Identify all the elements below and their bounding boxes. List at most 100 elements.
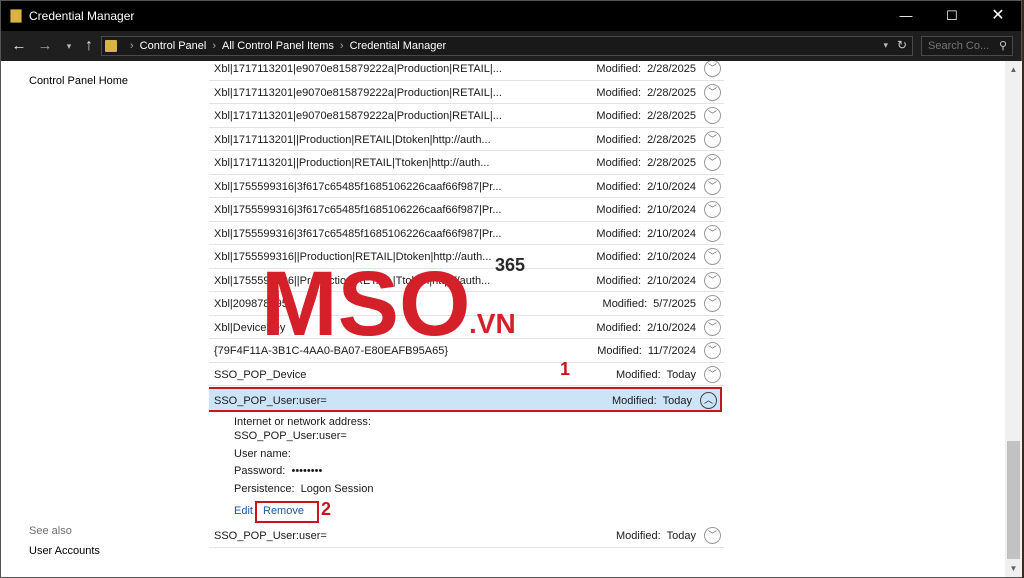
credential-manager-window: Credential Manager — ☐ ✕ ← → ▾ ↑ › Contro… bbox=[0, 0, 1022, 578]
chevron-down-icon[interactable]: ﹀ bbox=[704, 61, 721, 77]
credential-row[interactable]: Xbl|1717113201|e9070e815879222a|Producti… bbox=[209, 61, 724, 81]
credential-name: Xbl|1717113201|e9070e815879222a|Producti… bbox=[214, 110, 502, 122]
credential-row[interactable]: Xbl|1755599316|3f617c65485f1685106226caa… bbox=[209, 175, 724, 198]
credential-modified: Modified: 2/10/2024 bbox=[596, 322, 696, 334]
credential-row[interactable]: SSO_POP_Device Modified: Today ﹀ bbox=[209, 363, 724, 386]
modified-date: 2/28/2025 bbox=[647, 63, 696, 75]
chevron-down-icon[interactable]: ﹀ bbox=[704, 201, 721, 218]
credential-name: Xbl|1717113201|e9070e815879222a|Producti… bbox=[214, 86, 502, 99]
modified-date: 2/28/2025 bbox=[647, 133, 696, 146]
edit-link[interactable]: Edit bbox=[234, 505, 253, 517]
scroll-up-arrow-icon[interactable]: ▲ bbox=[1005, 61, 1022, 78]
credential-row[interactable]: Xbl|1755599316|3f617c65485f1685106226caa… bbox=[209, 222, 724, 245]
modified-date: 2/10/2024 bbox=[647, 227, 696, 240]
credential-name: Xbl|1717113201||Production|RETAIL|Ttoken… bbox=[214, 157, 490, 169]
credential-modified: Modified: 2/28/2025 bbox=[596, 110, 696, 122]
control-panel-icon bbox=[105, 40, 117, 52]
credential-details: Internet or network address: SSO_POP_Use… bbox=[209, 411, 724, 524]
modified-label: Modified: bbox=[612, 395, 657, 407]
search-input[interactable] bbox=[928, 40, 998, 52]
credential-row[interactable]: Xbl|1717113201||Production|RETAIL|Ttoken… bbox=[209, 151, 724, 175]
chevron-down-icon[interactable]: ﹀ bbox=[704, 177, 721, 195]
modified-date: 2/28/2025 bbox=[647, 110, 696, 122]
up-arrow-icon[interactable]: ↑ bbox=[79, 36, 99, 56]
modified-date: 2/28/2025 bbox=[647, 86, 696, 99]
credential-modified: Modified: 2/28/2025 bbox=[596, 134, 696, 146]
breadcrumb-separator-icon[interactable]: › bbox=[340, 40, 344, 52]
chevron-down-icon[interactable]: ﹀ bbox=[704, 527, 721, 544]
close-button[interactable]: ✕ bbox=[975, 1, 1021, 31]
search-box[interactable]: ⚲ bbox=[921, 36, 1013, 56]
modified-label: Modified: bbox=[596, 63, 642, 75]
modified-date: Today bbox=[666, 530, 696, 542]
annotation-number-1: 1 bbox=[560, 359, 571, 379]
credential-modified: Modified: Today bbox=[616, 369, 696, 381]
chevron-down-icon[interactable]: ﹀ bbox=[704, 107, 721, 124]
modified-date: Today bbox=[662, 395, 692, 407]
credential-row[interactable]: Xbl|1717113201||Production|RETAIL|Dtoken… bbox=[209, 128, 724, 151]
scrollbar-thumb[interactable] bbox=[1007, 441, 1020, 559]
chevron-down-icon[interactable]: ﹀ bbox=[704, 271, 721, 289]
address-dropdown-icon[interactable]: ▾ bbox=[883, 40, 888, 51]
search-icon[interactable]: ⚲ bbox=[999, 39, 1007, 52]
password-value: •••••••• bbox=[291, 465, 323, 477]
minimize-button[interactable]: — bbox=[883, 1, 929, 31]
chevron-down-icon[interactable]: ﹀ bbox=[704, 248, 721, 265]
credential-row[interactable]: Xbl|1717113201|e9070e815879222a|Producti… bbox=[209, 104, 724, 128]
modified-date: 2/28/2025 bbox=[647, 157, 696, 169]
chevron-down-icon[interactable]: ﹀ bbox=[704, 154, 721, 171]
breadcrumb-separator-icon: › bbox=[130, 40, 134, 52]
watermark-number: 365 bbox=[495, 255, 525, 275]
credential-modified: Modified: Today bbox=[612, 395, 692, 407]
chevron-down-icon[interactable]: ﹀ bbox=[704, 130, 721, 148]
chevron-down-icon[interactable]: ﹀ bbox=[704, 365, 721, 383]
breadcrumb-separator-icon[interactable]: › bbox=[212, 40, 216, 52]
remove-link[interactable]: Remove bbox=[263, 505, 304, 517]
chevron-down-icon[interactable]: ﹀ bbox=[704, 83, 721, 101]
vertical-scrollbar[interactable]: ▲ ▼ bbox=[1005, 61, 1022, 577]
credential-row[interactable]: Xbl|1755599316|3f617c65485f1685106226caa… bbox=[209, 198, 724, 222]
modified-label: Modified: bbox=[602, 298, 648, 310]
chevron-down-icon[interactable]: ﹀ bbox=[704, 342, 721, 359]
see-also-heading: See also bbox=[29, 525, 72, 537]
chevron-up-icon[interactable]: ︿ bbox=[700, 392, 717, 409]
breadcrumb: › Control Panel › All Control Panel Items › C… bbox=[124, 40, 446, 52]
annotation-number-2: 2 bbox=[321, 499, 332, 519]
persistence-row: Persistence: Logon Session bbox=[234, 483, 373, 495]
persistence-label: Persistence: bbox=[234, 483, 295, 495]
credential-manager-icon bbox=[10, 9, 22, 23]
modified-label: Modified: bbox=[596, 157, 642, 169]
credential-modified: Modified: 2/10/2024 bbox=[596, 228, 696, 240]
chevron-down-icon[interactable]: ﹀ bbox=[704, 224, 721, 242]
left-navigation: Control Panel Home See also User Account… bbox=[1, 61, 206, 577]
breadcrumb-control-panel[interactable]: Control Panel bbox=[140, 40, 207, 52]
breadcrumb-all-items[interactable]: All Control Panel Items bbox=[222, 40, 334, 52]
maximize-button[interactable]: ☐ bbox=[929, 1, 975, 31]
window-title: Credential Manager bbox=[29, 9, 135, 23]
credential-name: SSO_POP_User:user= bbox=[214, 395, 327, 407]
credential-row-last[interactable]: SSO_POP_User:user= Modified: Today ﹀ bbox=[209, 524, 724, 548]
user-accounts-link[interactable]: User Accounts bbox=[29, 545, 100, 557]
modified-label: Modified: bbox=[616, 530, 661, 542]
modified-date: Today bbox=[666, 368, 696, 381]
credential-row-selected[interactable]: SSO_POP_User:user= Modified: Today ︿ bbox=[209, 387, 722, 412]
scroll-down-arrow-icon[interactable]: ▼ bbox=[1005, 560, 1022, 577]
back-arrow-icon[interactable]: ← bbox=[9, 36, 29, 56]
breadcrumb-credential-manager[interactable]: Credential Manager bbox=[350, 40, 447, 52]
control-panel-home-link[interactable]: Control Panel Home bbox=[29, 75, 128, 87]
credential-modified: Modified: 2/10/2024 bbox=[596, 251, 696, 263]
forward-arrow-icon[interactable]: → bbox=[35, 36, 55, 56]
chevron-down-icon[interactable]: ﹀ bbox=[704, 318, 721, 336]
watermark-brand: MSO bbox=[261, 253, 471, 349]
credential-modified: Modified: 2/10/2024 bbox=[596, 181, 696, 193]
refresh-icon[interactable]: ↻ bbox=[897, 38, 907, 52]
credential-name: Xbl|1755599316|3f617c65485f1685106226caa… bbox=[214, 204, 502, 216]
recent-locations-chevron-icon[interactable]: ▾ bbox=[59, 36, 79, 56]
path-box[interactable]: › Control Panel › All Control Panel Items › C… bbox=[101, 36, 913, 56]
chevron-down-icon[interactable]: ﹀ bbox=[704, 295, 721, 312]
modified-date: 11/7/2024 bbox=[647, 345, 696, 357]
credential-row[interactable]: Xbl|1717113201|e9070e815879222a|Producti… bbox=[209, 81, 724, 104]
modified-date: 5/7/2025 bbox=[653, 298, 696, 310]
modified-date: 2/10/2024 bbox=[647, 204, 696, 216]
modified-date: 2/10/2024 bbox=[647, 321, 696, 334]
